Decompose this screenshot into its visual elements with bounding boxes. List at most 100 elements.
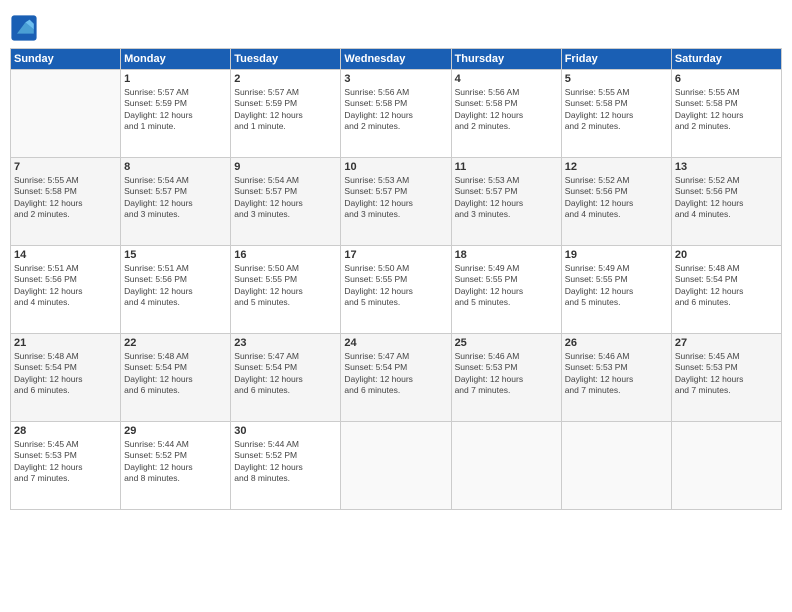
cell-info: Sunrise: 5:52 AM Sunset: 5:56 PM Dayligh…	[565, 175, 668, 221]
day-number: 7	[14, 161, 117, 173]
weekday-header-monday: Monday	[121, 49, 231, 70]
calendar-cell: 9 Sunrise: 5:54 AM Sunset: 5:57 PM Daylig…	[231, 158, 341, 246]
logo	[10, 14, 40, 42]
cell-info: Sunrise: 5:51 AM Sunset: 5:56 PM Dayligh…	[124, 263, 227, 309]
day-number: 30	[234, 425, 337, 437]
calendar-week-4: 21 Sunrise: 5:48 AM Sunset: 5:54 PM Dayli…	[11, 334, 782, 422]
cell-info: Sunrise: 5:56 AM Sunset: 5:58 PM Dayligh…	[455, 87, 558, 133]
day-number: 9	[234, 161, 337, 173]
day-number: 21	[14, 337, 117, 349]
calendar-week-3: 14 Sunrise: 5:51 AM Sunset: 5:56 PM Dayli…	[11, 246, 782, 334]
day-number: 26	[565, 337, 668, 349]
calendar-cell: 22Sunrise: 5:48 AM Sunset: 5:54 PM Dayli…	[121, 334, 231, 422]
calendar-cell	[451, 422, 561, 510]
calendar-week-5: 28Sunrise: 5:45 AM Sunset: 5:53 PM Dayli…	[11, 422, 782, 510]
calendar-cell: 15 Sunrise: 5:51 AM Sunset: 5:56 PM Dayli…	[121, 246, 231, 334]
day-number: 8	[124, 161, 227, 173]
cell-info: Sunrise: 5:55 AM Sunset: 5:58 PM Dayligh…	[14, 175, 117, 221]
calendar-body: 1 Sunrise: 5:57 AM Sunset: 5:59 PM Daylig…	[11, 70, 782, 510]
calendar-cell: 30 Sunrise: 5:44 AM Sunset: 5:52 PM Dayli…	[231, 422, 341, 510]
weekday-header-tuesday: Tuesday	[231, 49, 341, 70]
calendar-cell	[561, 422, 671, 510]
cell-info: Sunrise: 5:46 AM Sunset: 5:53 PM Dayligh…	[565, 351, 668, 397]
calendar-cell: 8 Sunrise: 5:54 AM Sunset: 5:57 PM Daylig…	[121, 158, 231, 246]
calendar-cell: 27 Sunrise: 5:45 AM Sunset: 5:53 PM Dayli…	[671, 334, 781, 422]
calendar-cell: 12 Sunrise: 5:52 AM Sunset: 5:56 PM Dayli…	[561, 158, 671, 246]
calendar-week-2: 7 Sunrise: 5:55 AM Sunset: 5:58 PM Daylig…	[11, 158, 782, 246]
cell-info: Sunrise: 5:44 AM Sunset: 5:52 PM Dayligh…	[124, 439, 227, 485]
weekday-header-thursday: Thursday	[451, 49, 561, 70]
cell-info: Sunrise: 5:53 AM Sunset: 5:57 PM Dayligh…	[344, 175, 447, 221]
day-number: 5	[565, 73, 668, 85]
calendar-cell: 25 Sunrise: 5:46 AM Sunset: 5:53 PM Dayli…	[451, 334, 561, 422]
calendar-cell: 19Sunrise: 5:49 AM Sunset: 5:55 PM Dayli…	[561, 246, 671, 334]
calendar-week-1: 1 Sunrise: 5:57 AM Sunset: 5:59 PM Daylig…	[11, 70, 782, 158]
cell-info: Sunrise: 5:53 AM Sunset: 5:57 PM Dayligh…	[455, 175, 558, 221]
calendar-cell: 13 Sunrise: 5:52 AM Sunset: 5:56 PM Dayli…	[671, 158, 781, 246]
cell-info: Sunrise: 5:50 AM Sunset: 5:55 PM Dayligh…	[234, 263, 337, 309]
day-number: 16	[234, 249, 337, 261]
calendar-cell: 2 Sunrise: 5:57 AM Sunset: 5:59 PM Daylig…	[231, 70, 341, 158]
calendar-cell: 24Sunrise: 5:47 AM Sunset: 5:54 PM Dayli…	[341, 334, 451, 422]
cell-info: Sunrise: 5:49 AM Sunset: 5:55 PM Dayligh…	[455, 263, 558, 309]
day-number: 27	[675, 337, 778, 349]
calendar-cell: 7 Sunrise: 5:55 AM Sunset: 5:58 PM Daylig…	[11, 158, 121, 246]
cell-info: Sunrise: 5:44 AM Sunset: 5:52 PM Dayligh…	[234, 439, 337, 485]
calendar-cell: 3 Sunrise: 5:56 AM Sunset: 5:58 PM Daylig…	[341, 70, 451, 158]
calendar-cell	[671, 422, 781, 510]
calendar-cell: 20Sunrise: 5:48 AM Sunset: 5:54 PM Dayli…	[671, 246, 781, 334]
calendar-cell	[341, 422, 451, 510]
cell-info: Sunrise: 5:55 AM Sunset: 5:58 PM Dayligh…	[565, 87, 668, 133]
cell-info: Sunrise: 5:57 AM Sunset: 5:59 PM Dayligh…	[124, 87, 227, 133]
day-number: 12	[565, 161, 668, 173]
day-number: 29	[124, 425, 227, 437]
calendar-header: SundayMondayTuesdayWednesdayThursdayFrid…	[11, 49, 782, 70]
calendar-cell: 14Sunrise: 5:51 AM Sunset: 5:56 PM Dayli…	[11, 246, 121, 334]
day-number: 1	[124, 73, 227, 85]
day-number: 11	[455, 161, 558, 173]
page-header	[10, 10, 782, 42]
weekday-header-friday: Friday	[561, 49, 671, 70]
day-number: 28	[14, 425, 117, 437]
calendar-cell: 1 Sunrise: 5:57 AM Sunset: 5:59 PM Daylig…	[121, 70, 231, 158]
day-number: 20	[675, 249, 778, 261]
day-number: 10	[344, 161, 447, 173]
day-number: 4	[455, 73, 558, 85]
weekday-header-sunday: Sunday	[11, 49, 121, 70]
day-number: 3	[344, 73, 447, 85]
cell-info: Sunrise: 5:55 AM Sunset: 5:58 PM Dayligh…	[675, 87, 778, 133]
weekday-header-saturday: Saturday	[671, 49, 781, 70]
day-number: 14	[14, 249, 117, 261]
day-number: 23	[234, 337, 337, 349]
calendar-cell: 11 Sunrise: 5:53 AM Sunset: 5:57 PM Dayli…	[451, 158, 561, 246]
cell-info: Sunrise: 5:47 AM Sunset: 5:54 PM Dayligh…	[234, 351, 337, 397]
cell-info: Sunrise: 5:45 AM Sunset: 5:53 PM Dayligh…	[675, 351, 778, 397]
cell-info: Sunrise: 5:46 AM Sunset: 5:53 PM Dayligh…	[455, 351, 558, 397]
cell-info: Sunrise: 5:48 AM Sunset: 5:54 PM Dayligh…	[14, 351, 117, 397]
weekday-header-wednesday: Wednesday	[341, 49, 451, 70]
cell-info: Sunrise: 5:54 AM Sunset: 5:57 PM Dayligh…	[234, 175, 337, 221]
day-number: 2	[234, 73, 337, 85]
weekday-header-row: SundayMondayTuesdayWednesdayThursdayFrid…	[11, 49, 782, 70]
cell-info: Sunrise: 5:49 AM Sunset: 5:55 PM Dayligh…	[565, 263, 668, 309]
calendar-cell: 5 Sunrise: 5:55 AM Sunset: 5:58 PM Daylig…	[561, 70, 671, 158]
cell-info: Sunrise: 5:57 AM Sunset: 5:59 PM Dayligh…	[234, 87, 337, 133]
calendar-cell	[11, 70, 121, 158]
day-number: 13	[675, 161, 778, 173]
day-number: 22	[124, 337, 227, 349]
calendar-cell: 10 Sunrise: 5:53 AM Sunset: 5:57 PM Dayli…	[341, 158, 451, 246]
cell-info: Sunrise: 5:56 AM Sunset: 5:58 PM Dayligh…	[344, 87, 447, 133]
calendar-cell: 17Sunrise: 5:50 AM Sunset: 5:55 PM Dayli…	[341, 246, 451, 334]
calendar-table: SundayMondayTuesdayWednesdayThursdayFrid…	[10, 48, 782, 510]
cell-info: Sunrise: 5:54 AM Sunset: 5:57 PM Dayligh…	[124, 175, 227, 221]
cell-info: Sunrise: 5:52 AM Sunset: 5:56 PM Dayligh…	[675, 175, 778, 221]
calendar-cell: 29 Sunrise: 5:44 AM Sunset: 5:52 PM Dayli…	[121, 422, 231, 510]
day-number: 25	[455, 337, 558, 349]
calendar-cell: 16 Sunrise: 5:50 AM Sunset: 5:55 PM Dayli…	[231, 246, 341, 334]
day-number: 15	[124, 249, 227, 261]
calendar-cell: 21 Sunrise: 5:48 AM Sunset: 5:54 PM Dayli…	[11, 334, 121, 422]
cell-info: Sunrise: 5:50 AM Sunset: 5:55 PM Dayligh…	[344, 263, 447, 309]
day-number: 18	[455, 249, 558, 261]
cell-info: Sunrise: 5:47 AM Sunset: 5:54 PM Dayligh…	[344, 351, 447, 397]
calendar-cell: 6Sunrise: 5:55 AM Sunset: 5:58 PM Daylig…	[671, 70, 781, 158]
